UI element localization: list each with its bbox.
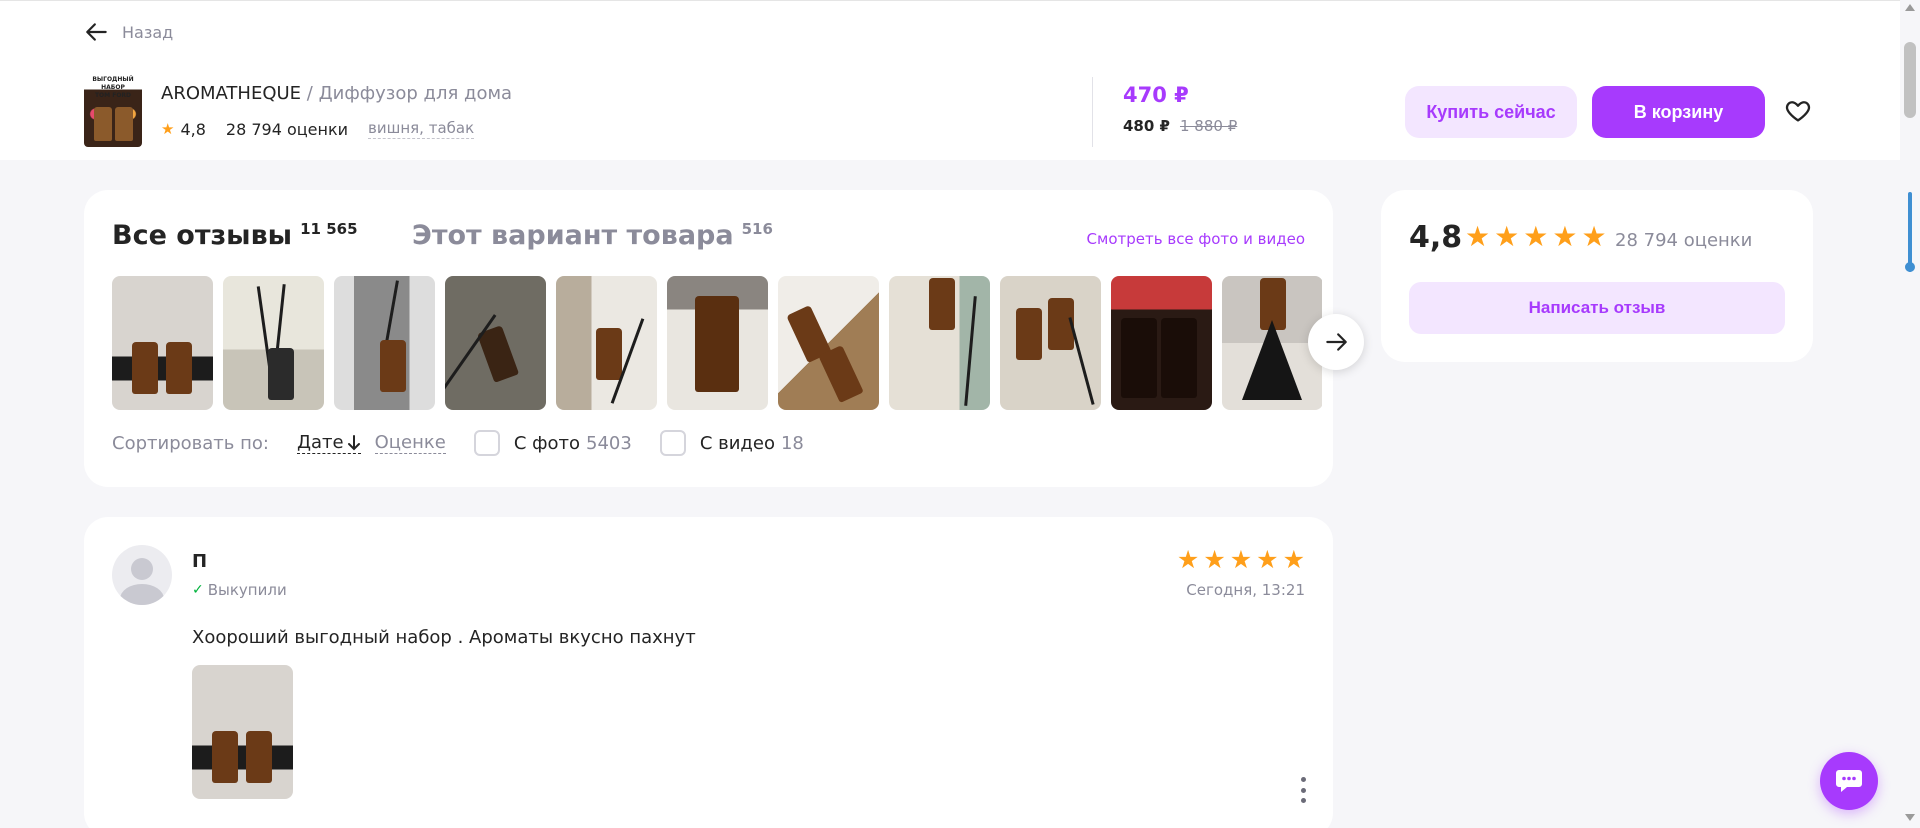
rating-count: 28 794 оценки xyxy=(1615,230,1753,251)
review-item: П ✓ Выкупили ★ ★ ★ ★ ★ Сегодня, 13:21 Хоорош… xyxy=(84,517,1333,828)
page-scrollbar[interactable] xyxy=(1900,0,1920,828)
with-photo-label[interactable]: С фото xyxy=(514,433,580,454)
thumbnail-logo-text: ВЫГОДНЫЙ НАБОР TOM FORD xyxy=(92,76,134,99)
sort-by-date[interactable]: Дате xyxy=(296,432,361,454)
star-icon: ★ xyxy=(1256,545,1279,574)
write-review-button[interactable]: Написать отзыв xyxy=(1409,282,1785,334)
with-photo-checkbox[interactable] xyxy=(473,430,500,456)
review-text: Хоороший выгодный набор . Ароматы вкусно… xyxy=(192,627,696,648)
chat-button[interactable] xyxy=(1820,752,1878,810)
product-rating: 4,8 xyxy=(180,119,206,139)
reviews-card: Все отзывы 11 565 Этот вариант товара 51… xyxy=(84,190,1364,487)
product-brand: AROMATHEQUE xyxy=(161,83,302,104)
price-main: 470 ₽ xyxy=(1123,83,1189,107)
review-bought-badge: ✓ Выкупили xyxy=(192,581,287,599)
scroll-up-arrow[interactable] xyxy=(1905,4,1915,11)
review-photo[interactable] xyxy=(334,276,435,410)
review-photo[interactable] xyxy=(667,276,768,410)
tab-this-variant[interactable]: Этот вариант товара 516 xyxy=(412,220,773,251)
add-to-cart-button[interactable]: В корзину xyxy=(1592,86,1765,138)
sort-bar: Сортировать по: Дате Оценке С фото 5403 … xyxy=(112,430,804,456)
variant-reviews-count: 516 xyxy=(741,220,773,238)
product-name: Диффузор для дома xyxy=(318,83,513,104)
star-icon: ★ xyxy=(1494,220,1520,253)
star-icon: ★ xyxy=(1552,220,1578,253)
product-title: AROMATHEQUE / Диффузор для дома xyxy=(161,83,512,104)
scrollbar-thumb[interactable] xyxy=(1904,42,1916,118)
thumbnail-bottle xyxy=(115,107,133,141)
review-photo[interactable] xyxy=(778,276,879,410)
star-icon: ★ xyxy=(1282,545,1305,574)
buy-now-button[interactable]: Купить сейчас xyxy=(1405,86,1577,138)
photos-next-button[interactable] xyxy=(1308,314,1364,370)
review-stars: ★ ★ ★ ★ ★ xyxy=(1177,547,1305,573)
rating-summary-card: 4,8 ★ ★ ★ ★ ★ 28 794 оценки Написать отзыв xyxy=(1381,190,1813,362)
chat-icon xyxy=(1836,770,1862,792)
product-meta: ★ 4,8 28 794 оценки вишня, табак xyxy=(161,119,475,139)
price-old: 1 880 ₽ xyxy=(1179,117,1238,135)
sort-by-grade[interactable]: Оценке xyxy=(374,432,446,454)
star-icon: ★ xyxy=(1176,545,1200,574)
with-video-label[interactable]: С видео xyxy=(700,433,775,454)
arrow-left-icon xyxy=(86,23,107,41)
kebab-menu-icon[interactable] xyxy=(1299,777,1307,803)
star-icon: ★ xyxy=(1581,220,1607,253)
price-row: 480 ₽ 1 880 ₽ xyxy=(1123,117,1237,135)
review-photo[interactable] xyxy=(112,276,213,410)
review-photo[interactable] xyxy=(1222,276,1322,410)
thumbnail-flowers xyxy=(84,107,142,121)
price-wallet: 480 ₽ xyxy=(1123,117,1170,135)
review-photo[interactable] xyxy=(223,276,324,410)
review-bought-label: Выкупили xyxy=(207,581,287,599)
review-attached-photo[interactable] xyxy=(192,665,293,799)
review-photo[interactable] xyxy=(1000,276,1101,410)
product-thumbnail[interactable]: ВЫГОДНЫЙ НАБОР TOM FORD xyxy=(84,73,142,147)
scroll-down-arrow[interactable] xyxy=(1905,814,1915,821)
product-header: Назад ВЫГОДНЫЙ НАБОР TOM FORD AROMATHEQUE… xyxy=(0,0,1920,160)
review-photos-strip xyxy=(112,276,1322,410)
arrow-right-icon xyxy=(1326,333,1347,351)
with-video-count: 18 xyxy=(780,432,804,454)
review-photo[interactable] xyxy=(445,276,546,410)
scroll-indicator xyxy=(1908,192,1912,272)
thumbnail-bottle xyxy=(94,107,112,141)
all-reviews-title: Все отзывы xyxy=(112,220,293,251)
back-label: Назад xyxy=(122,22,174,42)
star-icon: ★ xyxy=(161,120,175,138)
review-photo[interactable] xyxy=(556,276,657,410)
see-all-media-link[interactable]: Смотреть все фото и видео xyxy=(1087,230,1305,248)
review-photo[interactable] xyxy=(889,276,990,410)
star-icon: ★ xyxy=(1229,545,1253,574)
heart-icon[interactable] xyxy=(1784,97,1812,125)
tab-all-reviews[interactable]: Все отзывы 11 565 xyxy=(112,220,358,251)
back-link[interactable]: Назад xyxy=(84,19,173,45)
arrow-down-icon xyxy=(347,434,360,450)
checkmark-icon: ✓ xyxy=(192,582,204,598)
star-icon: ★ xyxy=(1523,220,1549,253)
with-video-checkbox[interactable] xyxy=(659,430,686,456)
review-author: П xyxy=(192,551,208,572)
all-reviews-count: 11 565 xyxy=(300,220,358,238)
rating-value: 4,8 xyxy=(1409,220,1463,255)
variant-reviews-title: Этот вариант товара xyxy=(412,220,734,251)
star-icon: ★ xyxy=(1203,545,1226,574)
review-photo[interactable] xyxy=(1111,276,1212,410)
avatar xyxy=(112,545,172,605)
product-reviews-count[interactable]: 28 794 оценки xyxy=(226,120,348,139)
sort-date-label: Дате xyxy=(296,432,344,453)
header-divider xyxy=(1092,77,1093,147)
sort-label: Сортировать по: xyxy=(112,432,269,454)
star-icon: ★ xyxy=(1465,220,1491,253)
review-date: Сегодня, 13:21 xyxy=(1186,581,1305,599)
scroll-indicator-dot xyxy=(1905,262,1915,272)
with-photo-count: 5403 xyxy=(586,432,632,454)
rating-stars: ★ ★ ★ ★ ★ xyxy=(1465,222,1607,252)
product-separator: / xyxy=(301,83,319,104)
product-variant[interactable]: вишня, табак xyxy=(368,119,475,139)
